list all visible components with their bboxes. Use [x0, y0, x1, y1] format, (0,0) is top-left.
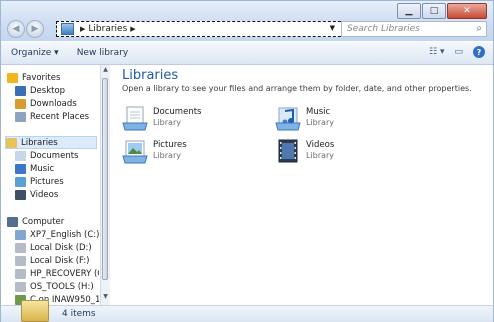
nav-item-label: Documents — [30, 150, 79, 161]
page-title: Libraries — [122, 68, 179, 83]
library-name: Documents — [153, 107, 202, 117]
minimize-button[interactable]: ▁ — [397, 3, 421, 19]
star-icon — [7, 72, 18, 83]
back-arrow-icon: ◀ — [12, 24, 20, 34]
library-music[interactable]: Music Library — [274, 105, 414, 131]
breadcrumb-libraries[interactable]: Libraries — [88, 24, 127, 34]
drive-icon — [15, 268, 26, 279]
downloads-icon — [15, 98, 26, 109]
nav-item-label: Pictures — [30, 176, 64, 187]
videos-library-icon — [278, 139, 298, 163]
nav-item-hp-recovery-g[interactable]: HP_RECOVERY (G:) — [15, 267, 99, 280]
nav-item-label: Videos — [30, 189, 59, 200]
back-button[interactable]: ◀ — [7, 20, 25, 38]
libraries-icon — [61, 23, 74, 35]
status-bar: 4 items — [1, 300, 493, 322]
library-type: Library — [153, 118, 181, 127]
nav-item-xp7-english-c[interactable]: XP7_English (C:) — [15, 228, 99, 241]
pictures-library-icon — [122, 140, 148, 164]
recent-places-icon — [15, 111, 26, 122]
breadcrumb-chevron-icon[interactable]: ▶ — [130, 25, 135, 33]
content-pane: Libraries Open a library to see your fil… — [111, 65, 493, 305]
navigation-pane: Favorites Desktop Downloads Recent Places Li… — [1, 65, 110, 305]
nav-item-label: Computer — [22, 216, 65, 227]
nav-item-favorites[interactable]: Favorites — [7, 71, 60, 84]
nav-item-label: OS_TOOLS (H:) — [30, 281, 94, 292]
nav-item-local-disk-f[interactable]: Local Disk (F:) — [15, 254, 89, 267]
library-name: Videos — [306, 140, 335, 150]
drive-icon — [15, 281, 26, 292]
organize-button[interactable]: Organize ▾ — [11, 48, 59, 58]
preview-pane-icon[interactable]: ▭ — [454, 47, 463, 57]
music-library-icon — [275, 107, 301, 131]
page-subtitle: Open a library to see your files and arr… — [122, 84, 472, 93]
scroll-up-icon[interactable]: ▲ — [102, 66, 109, 74]
nav-item-label: Local Disk (F:) — [30, 255, 90, 266]
nav-item-computer[interactable]: Computer — [7, 215, 64, 228]
breadcrumb-separator-icon[interactable]: ▶ — [80, 25, 85, 33]
command-bar: Organize ▾ New library ☷ ▾ ▭ ? — [1, 42, 493, 65]
videos-icon — [15, 189, 26, 200]
new-library-button[interactable]: New library — [77, 48, 128, 58]
nav-item-music[interactable]: Music — [15, 162, 54, 175]
scroll-down-icon[interactable]: ▼ — [102, 293, 109, 301]
navigation-tree: Favorites Desktop Downloads Recent Places Li… — [1, 65, 99, 305]
drive-icon — [15, 255, 26, 266]
nav-item-documents[interactable]: Documents — [15, 149, 78, 162]
music-icon — [15, 163, 26, 174]
libraries-icon — [6, 137, 17, 148]
search-input[interactable]: Search Libraries ⌕ — [341, 21, 487, 37]
forward-button[interactable]: ▶ — [26, 20, 44, 38]
nav-item-label: Recent Places — [30, 111, 90, 122]
search-placeholder: Search Libraries — [347, 24, 420, 34]
documents-library-icon — [122, 106, 148, 131]
help-icon[interactable]: ? — [473, 46, 485, 58]
library-name: Pictures — [153, 140, 187, 150]
maximize-button[interactable]: □ — [422, 3, 446, 19]
explorer-window: ▁ □ ✕ ◀ ▶ ▶ Libraries ▶ ▼ ↻ Search Libra… — [0, 0, 494, 322]
item-count: 4 items — [62, 309, 96, 319]
address-bar[interactable]: ▶ Libraries ▶ ▼ ↻ — [56, 21, 356, 37]
drive-icon — [15, 242, 26, 253]
nav-item-label: HP_RECOVERY (G:) — [30, 268, 99, 279]
libraries-folder-icon — [21, 300, 49, 322]
change-view-icon[interactable]: ☷ ▾ — [429, 47, 444, 57]
toolbar-right: ☷ ▾ ▭ ? — [429, 46, 485, 58]
nav-item-label: Libraries — [21, 137, 58, 148]
library-documents[interactable]: Documents Library — [121, 105, 261, 131]
forward-arrow-icon: ▶ — [31, 24, 39, 34]
computer-icon — [7, 216, 18, 227]
close-button[interactable]: ✕ — [447, 3, 487, 19]
nav-item-local-disk-d[interactable]: Local Disk (D:) — [15, 241, 92, 254]
desktop-icon — [15, 85, 26, 96]
nav-item-recent-places[interactable]: Recent Places — [15, 110, 89, 123]
title-bar: ▁ □ ✕ ◀ ▶ ▶ Libraries ▶ ▼ ↻ Search Libra… — [1, 1, 493, 41]
nav-item-libraries[interactable]: Libraries — [5, 136, 97, 149]
caption-buttons: ▁ □ ✕ — [396, 3, 487, 19]
nav-item-label: Desktop — [30, 85, 66, 96]
nav-scrollbar[interactable]: ▲ ▼ — [100, 65, 110, 305]
library-type: Library — [306, 151, 334, 160]
nav-item-label: Music — [30, 163, 55, 174]
pictures-icon — [15, 176, 26, 187]
scrollbar-thumb[interactable] — [102, 78, 108, 280]
drive-c-icon — [15, 229, 26, 240]
search-icon[interactable]: ⌕ — [476, 22, 482, 36]
library-name: Music — [306, 107, 331, 117]
nav-item-os-tools-h[interactable]: OS_TOOLS (H:) — [15, 280, 94, 293]
library-pictures[interactable]: Pictures Library — [121, 138, 261, 164]
documents-icon — [15, 150, 26, 161]
library-type: Library — [306, 118, 334, 127]
nav-item-label: Favorites — [22, 72, 61, 83]
nav-item-pictures[interactable]: Pictures — [15, 175, 64, 188]
library-videos[interactable]: Videos Library — [274, 138, 414, 164]
nav-item-downloads[interactable]: Downloads — [15, 97, 77, 110]
nav-item-desktop[interactable]: Desktop — [15, 84, 65, 97]
nav-item-videos[interactable]: Videos — [15, 188, 58, 201]
library-type: Library — [153, 151, 181, 160]
nav-item-label: Local Disk (D:) — [30, 242, 92, 253]
nav-item-label: XP7_English (C:) — [30, 229, 99, 240]
address-dropdown-icon[interactable]: ▼ — [330, 24, 335, 32]
nav-item-label: Downloads — [30, 98, 77, 109]
